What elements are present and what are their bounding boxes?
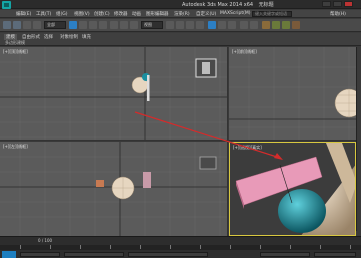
redo-icon[interactable] <box>13 21 21 29</box>
close-button[interactable] <box>344 1 353 7</box>
menu-bar: 编辑(E) 工具(T) 组(G) 视图(V) 创建(C) 修改器 动画 图形编辑… <box>0 10 361 18</box>
region-select-icon[interactable] <box>89 21 97 29</box>
tick <box>50 245 51 249</box>
playback-controls[interactable] <box>260 252 310 257</box>
doc-title: 无标题 <box>258 2 274 8</box>
command-panel[interactable] <box>356 47 361 231</box>
viewport-left[interactable]: [+][左][线框] <box>0 142 228 236</box>
rotate-icon[interactable] <box>120 21 128 29</box>
ribbon-subtitle: 多边形建模 <box>5 40 25 45</box>
tick <box>110 245 111 249</box>
window-title: Autodesk 3ds Max 2014 x64 无标题 <box>182 1 274 8</box>
coordinate-field[interactable] <box>64 252 124 257</box>
main-toolbar: 全部 视图 <box>0 19 361 32</box>
tick <box>170 245 171 249</box>
minimize-button[interactable] <box>322 1 331 7</box>
scale-icon[interactable] <box>130 21 138 29</box>
time-ruler[interactable] <box>0 245 361 250</box>
tab-selection[interactable]: 选择 <box>44 34 53 40</box>
tick <box>80 245 81 249</box>
render-icon[interactable] <box>292 21 300 29</box>
menu-edit[interactable]: 编辑(E) <box>16 11 31 17</box>
window-crossing-icon[interactable] <box>99 21 107 29</box>
viewport-perspective-scene <box>235 143 355 235</box>
snap-icon[interactable] <box>176 21 184 29</box>
tab-object-paint[interactable]: 对象绘制 <box>60 34 78 40</box>
maxscript-listener-button[interactable] <box>2 251 16 258</box>
material-editor-icon[interactable] <box>262 21 270 29</box>
tick <box>260 245 261 249</box>
viewport-front[interactable]: [+][前][线框] <box>229 47 356 141</box>
move-icon[interactable] <box>110 21 118 29</box>
tick <box>140 245 141 249</box>
viewport-front-grid <box>229 47 356 140</box>
tick <box>20 245 21 249</box>
render-frame-icon[interactable] <box>282 21 290 29</box>
menu-tools[interactable]: 工具(T) <box>36 11 51 17</box>
percent-snap-icon[interactable] <box>196 21 204 29</box>
tick <box>350 245 351 249</box>
menu-views[interactable]: 视图(V) <box>74 11 90 17</box>
tick <box>320 245 321 249</box>
tick <box>230 245 231 249</box>
menu-rendering[interactable]: 渲染(R) <box>174 11 190 17</box>
mirror-icon[interactable] <box>208 21 216 29</box>
tick <box>290 245 291 249</box>
align-icon[interactable] <box>218 21 226 29</box>
viewport-left-grid <box>0 142 227 236</box>
status-field[interactable] <box>20 252 60 257</box>
undo-icon[interactable] <box>3 21 11 29</box>
frame-counter[interactable]: 0 / 100 <box>38 238 52 243</box>
render-setup-icon[interactable] <box>272 21 280 29</box>
schematic-view-icon[interactable] <box>250 21 258 29</box>
selection-filter-select[interactable]: 全部 <box>44 21 66 29</box>
select-by-name-icon[interactable] <box>79 21 87 29</box>
app-title: Autodesk 3ds Max 2014 x64 <box>182 2 254 8</box>
curve-editor-icon[interactable] <box>240 21 248 29</box>
menu-graph-editors[interactable]: 图形编辑器 <box>146 11 169 17</box>
unlink-icon[interactable] <box>33 21 41 29</box>
menu-group[interactable]: 组(G) <box>56 11 68 17</box>
timeline: 0 / 100 <box>0 236 361 258</box>
tab-populate[interactable]: 填充 <box>82 34 91 40</box>
pivot-icon[interactable] <box>166 21 174 29</box>
prompt-line <box>128 252 208 257</box>
viewport-top-grid <box>0 47 227 140</box>
link-icon[interactable] <box>23 21 31 29</box>
menu-animation[interactable]: 动画 <box>132 11 141 17</box>
viewport-perspective-label[interactable]: [+][透视][真实] <box>233 145 262 151</box>
select-object-icon[interactable] <box>69 21 77 29</box>
title-bar: Autodesk 3ds Max 2014 x64 无标题 <box>0 0 361 9</box>
tick <box>200 245 201 249</box>
menu-maxscript[interactable]: MAXScript(M) <box>220 11 251 16</box>
viewport-front-label[interactable]: [+][前][线框] <box>232 49 257 55</box>
ribbon: 建模 自由形式 选择 对象绘制 填充 多边形建模 <box>0 33 361 46</box>
viewport-left-label[interactable]: [+][左][线框] <box>3 144 28 150</box>
menu-customize[interactable]: 自定义(U) <box>196 11 216 17</box>
reference-coord-select[interactable]: 视图 <box>141 21 163 29</box>
layer-manager-icon[interactable] <box>228 21 236 29</box>
viewport-perspective[interactable]: [+][透视][真实] <box>229 142 356 236</box>
menu-help[interactable]: 帮助(H) <box>330 11 346 17</box>
menu-create[interactable]: 创建(C) <box>94 11 110 17</box>
angle-snap-icon[interactable] <box>186 21 194 29</box>
viewport-top-label[interactable]: [+][顶][线框] <box>3 49 28 55</box>
maximize-button[interactable] <box>333 1 342 7</box>
viewport-nav-controls[interactable] <box>314 252 356 257</box>
menu-modifiers[interactable]: 修改器 <box>114 11 128 17</box>
app-logo-icon[interactable] <box>2 1 11 9</box>
viewport-top[interactable]: [+][顶][线框] <box>0 47 228 141</box>
search-input[interactable]: 键入关键字或短语 <box>252 11 292 17</box>
